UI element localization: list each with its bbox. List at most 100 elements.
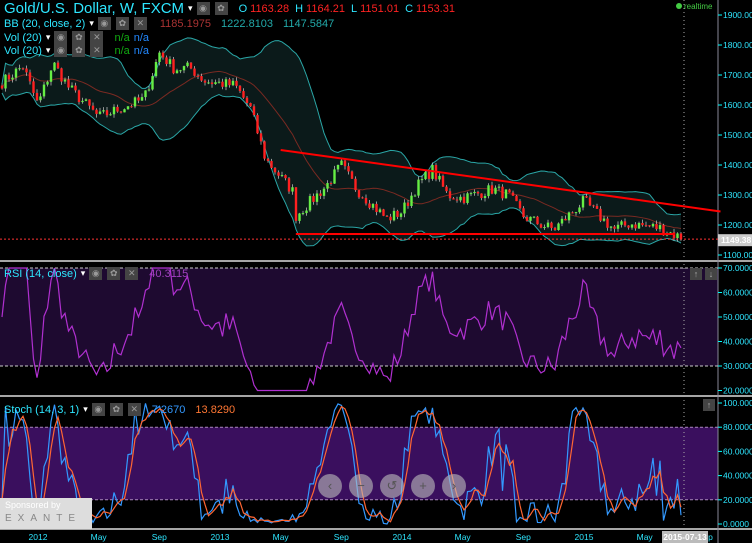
crosshair-date-label: 2015-07-13 (663, 532, 707, 542)
candle-body (490, 185, 494, 194)
candle (154, 59, 158, 78)
ohlc-value: 1163.28 (250, 2, 290, 15)
candle-body (592, 205, 595, 207)
zoom-in-button[interactable]: + (411, 474, 435, 498)
candle (501, 184, 504, 201)
close-icon[interactable]: ✕ (90, 31, 104, 44)
eye-icon[interactable]: ◉ (196, 2, 210, 15)
close-icon[interactable]: ✕ (133, 17, 147, 30)
candle-body (168, 59, 172, 64)
gear-icon[interactable]: ✿ (107, 267, 121, 280)
candle-body (193, 68, 196, 76)
zoom-out-button[interactable]: − (349, 474, 373, 498)
candle-body (494, 187, 497, 194)
stoch-tick-label: 80.0000 (723, 422, 752, 432)
candle-body (406, 202, 410, 206)
candle-body (424, 171, 427, 180)
reset-button[interactable]: ↺ (380, 474, 404, 498)
candle-body (581, 196, 585, 208)
gear-icon[interactable]: ✿ (109, 403, 123, 416)
candle-body (182, 66, 186, 71)
candle-body (151, 76, 154, 90)
candle-body (53, 62, 56, 71)
scroll-right-button[interactable]: › (442, 474, 466, 498)
candle-body (445, 186, 448, 192)
candle-body (140, 97, 144, 101)
candle-body (361, 197, 364, 199)
candle-body (39, 96, 42, 101)
eye-icon[interactable]: ◉ (91, 403, 105, 416)
ohlc-value: 1153.31 (416, 2, 455, 15)
candle-body (63, 79, 67, 82)
candle-body (322, 188, 326, 196)
bb-lower: 1147.5847 (283, 17, 335, 30)
candle-body (651, 223, 655, 227)
close-icon[interactable]: ✕ (125, 267, 139, 280)
chart-legend-main: Gold/U.S. Dollar, W, FXCM ▾ ◉ ✿ O 1163.28 H 1… (4, 0, 455, 17)
time-tick-label: May (637, 532, 654, 542)
symbol-title[interactable]: Gold/U.S. Dollar, W, FXCM (4, 0, 184, 17)
scroll-left-button[interactable]: ‹ (318, 474, 342, 498)
move-down-icon[interactable]: ↓ (705, 268, 717, 280)
candle-body (81, 100, 84, 103)
candle-body (133, 97, 137, 107)
candle-body (144, 90, 147, 98)
candle-body (522, 208, 525, 218)
candle (504, 189, 508, 199)
dropdown-icon[interactable]: ▾ (46, 32, 51, 43)
vol-legend-1: Vol (20) ▾ ◉ ✿ ✕ n/a n/a (4, 31, 149, 44)
candle (133, 96, 137, 109)
dropdown-icon[interactable]: ▾ (81, 268, 86, 279)
candle-body (25, 68, 28, 73)
candle-body (438, 175, 441, 180)
dropdown-icon[interactable]: ▾ (89, 18, 94, 29)
candle-body (126, 106, 130, 110)
eye-icon[interactable]: ◉ (54, 31, 68, 44)
candle-body (637, 222, 641, 229)
eye-icon[interactable]: ◉ (54, 44, 68, 57)
sponsor-badge[interactable]: Sponsored by EXANTE (0, 498, 92, 529)
status-dot-icon (676, 3, 682, 9)
candle-body (305, 210, 308, 214)
bb-label[interactable]: BB (20, close, 2) (4, 18, 85, 30)
candle-body (147, 89, 151, 91)
gear-icon[interactable]: ✿ (72, 44, 86, 57)
dropdown-icon[interactable]: ▾ (188, 3, 193, 14)
candle-body (410, 195, 413, 206)
candle-body (655, 223, 658, 230)
candle-body (420, 179, 424, 181)
gear-icon[interactable]: ✿ (72, 31, 86, 44)
rsi-label[interactable]: RSI (14, close) (4, 268, 77, 280)
move-up-icon[interactable]: ↑ (690, 268, 702, 280)
time-tick-label: 2014 (393, 532, 412, 542)
time-tick-label: Sep (516, 532, 531, 542)
candle-body (172, 59, 175, 74)
ohlc-value: 1164.21 (306, 2, 345, 15)
candle-body (413, 195, 417, 197)
candle-body (392, 210, 396, 221)
stoch-label[interactable]: Stoch (14, 3, 1) (4, 404, 79, 416)
dropdown-icon[interactable]: ▾ (46, 45, 51, 56)
vol-label[interactable]: Vol (20) (4, 32, 42, 44)
move-up-icon[interactable]: ↑ (703, 399, 715, 411)
candle (151, 73, 154, 91)
dropdown-icon[interactable]: ▾ (83, 404, 88, 415)
close-icon[interactable]: ✕ (127, 403, 141, 416)
stoch-tick-label: 20.0000 (723, 495, 752, 505)
candle-body (42, 84, 46, 97)
candle (417, 176, 420, 198)
gear-icon[interactable]: ✿ (115, 17, 129, 30)
candle-body (648, 225, 651, 227)
vol-label[interactable]: Vol (20) (4, 45, 42, 57)
candle-body (60, 68, 63, 82)
candle-body (221, 81, 224, 87)
close-icon[interactable]: ✕ (90, 44, 104, 57)
candle-body (511, 192, 515, 196)
candle-body (263, 141, 266, 159)
eye-icon[interactable]: ◉ (89, 267, 103, 280)
candle-body (658, 225, 662, 230)
gear-icon[interactable]: ✿ (214, 2, 228, 15)
eye-icon[interactable]: ◉ (97, 17, 111, 30)
candle (172, 56, 175, 75)
candle-body (462, 196, 466, 203)
